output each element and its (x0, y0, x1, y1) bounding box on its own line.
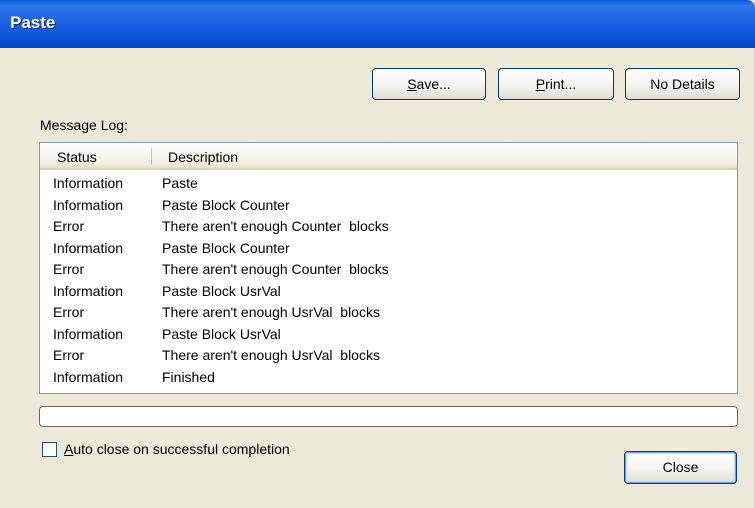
no-details-button[interactable]: No Details (625, 68, 740, 100)
column-header-status[interactable]: Status (57, 149, 97, 165)
message-log-list[interactable]: Status Description Information Paste Infor… (39, 142, 738, 394)
list-row[interactable]: Information Paste Block UsrVal (40, 281, 737, 303)
row-description: There aren't enough UsrVal blocks (162, 304, 380, 320)
row-description: Paste Block Counter (162, 239, 290, 256)
row-description: Finished (162, 368, 215, 385)
list-row[interactable]: Information Paste Block UsrVal (40, 324, 737, 346)
row-status: Information (53, 239, 124, 256)
row-status: Information (53, 325, 124, 342)
row-description: Paste Block UsrVal (162, 325, 281, 342)
list-row[interactable]: Error There aren't enough Counter blocks (40, 216, 737, 238)
window-title: Paste (10, 13, 56, 32)
row-description: Paste (162, 175, 198, 191)
list-row[interactable]: Information Paste (40, 173, 737, 195)
row-status: Error (53, 261, 85, 277)
list-row[interactable]: Error There aren't enough UsrVal blocks (40, 302, 737, 324)
row-status: Information (53, 368, 124, 385)
list-row[interactable]: Information Finished (40, 367, 737, 389)
list-header: Status Description (40, 143, 737, 170)
title-bar[interactable]: Paste (0, 0, 755, 48)
row-status: Information (53, 175, 124, 191)
row-description: There aren't enough UsrVal blocks (162, 347, 380, 363)
row-description: Paste Block Counter (162, 196, 290, 213)
list-row[interactable]: Error There aren't enough UsrVal blocks (40, 345, 737, 367)
progress-bar (39, 406, 738, 427)
row-description: There aren't enough Counter blocks (162, 218, 389, 234)
row-description: There aren't enough Counter blocks (162, 261, 389, 277)
print-button[interactable]: Print... (498, 68, 614, 100)
save-button[interactable]: Save... (372, 68, 486, 100)
row-status: Information (53, 282, 124, 299)
close-button[interactable]: Close (624, 451, 737, 484)
row-status: Error (53, 304, 85, 320)
print-button-label: Print... (535, 76, 577, 92)
row-status: Error (53, 218, 85, 234)
message-log-label: Message Log: (40, 117, 128, 133)
auto-close-checkbox[interactable] (42, 442, 57, 457)
list-row[interactable]: Error There aren't enough Counter blocks (40, 259, 737, 281)
list-row[interactable]: Information Paste Block Counter (40, 195, 737, 217)
column-header-description[interactable]: Description (168, 149, 238, 165)
auto-close-label[interactable]: Auto close on successful completion (64, 441, 290, 457)
list-row[interactable]: Information Paste Block Counter (40, 238, 737, 260)
column-separator[interactable] (151, 148, 152, 165)
paste-dialog: Paste Save... Print... No Details Messag… (0, 0, 755, 508)
row-status: Error (53, 347, 85, 363)
row-status: Information (53, 196, 124, 213)
save-button-label: Save... (407, 76, 451, 92)
row-description: Paste Block UsrVal (162, 282, 281, 299)
